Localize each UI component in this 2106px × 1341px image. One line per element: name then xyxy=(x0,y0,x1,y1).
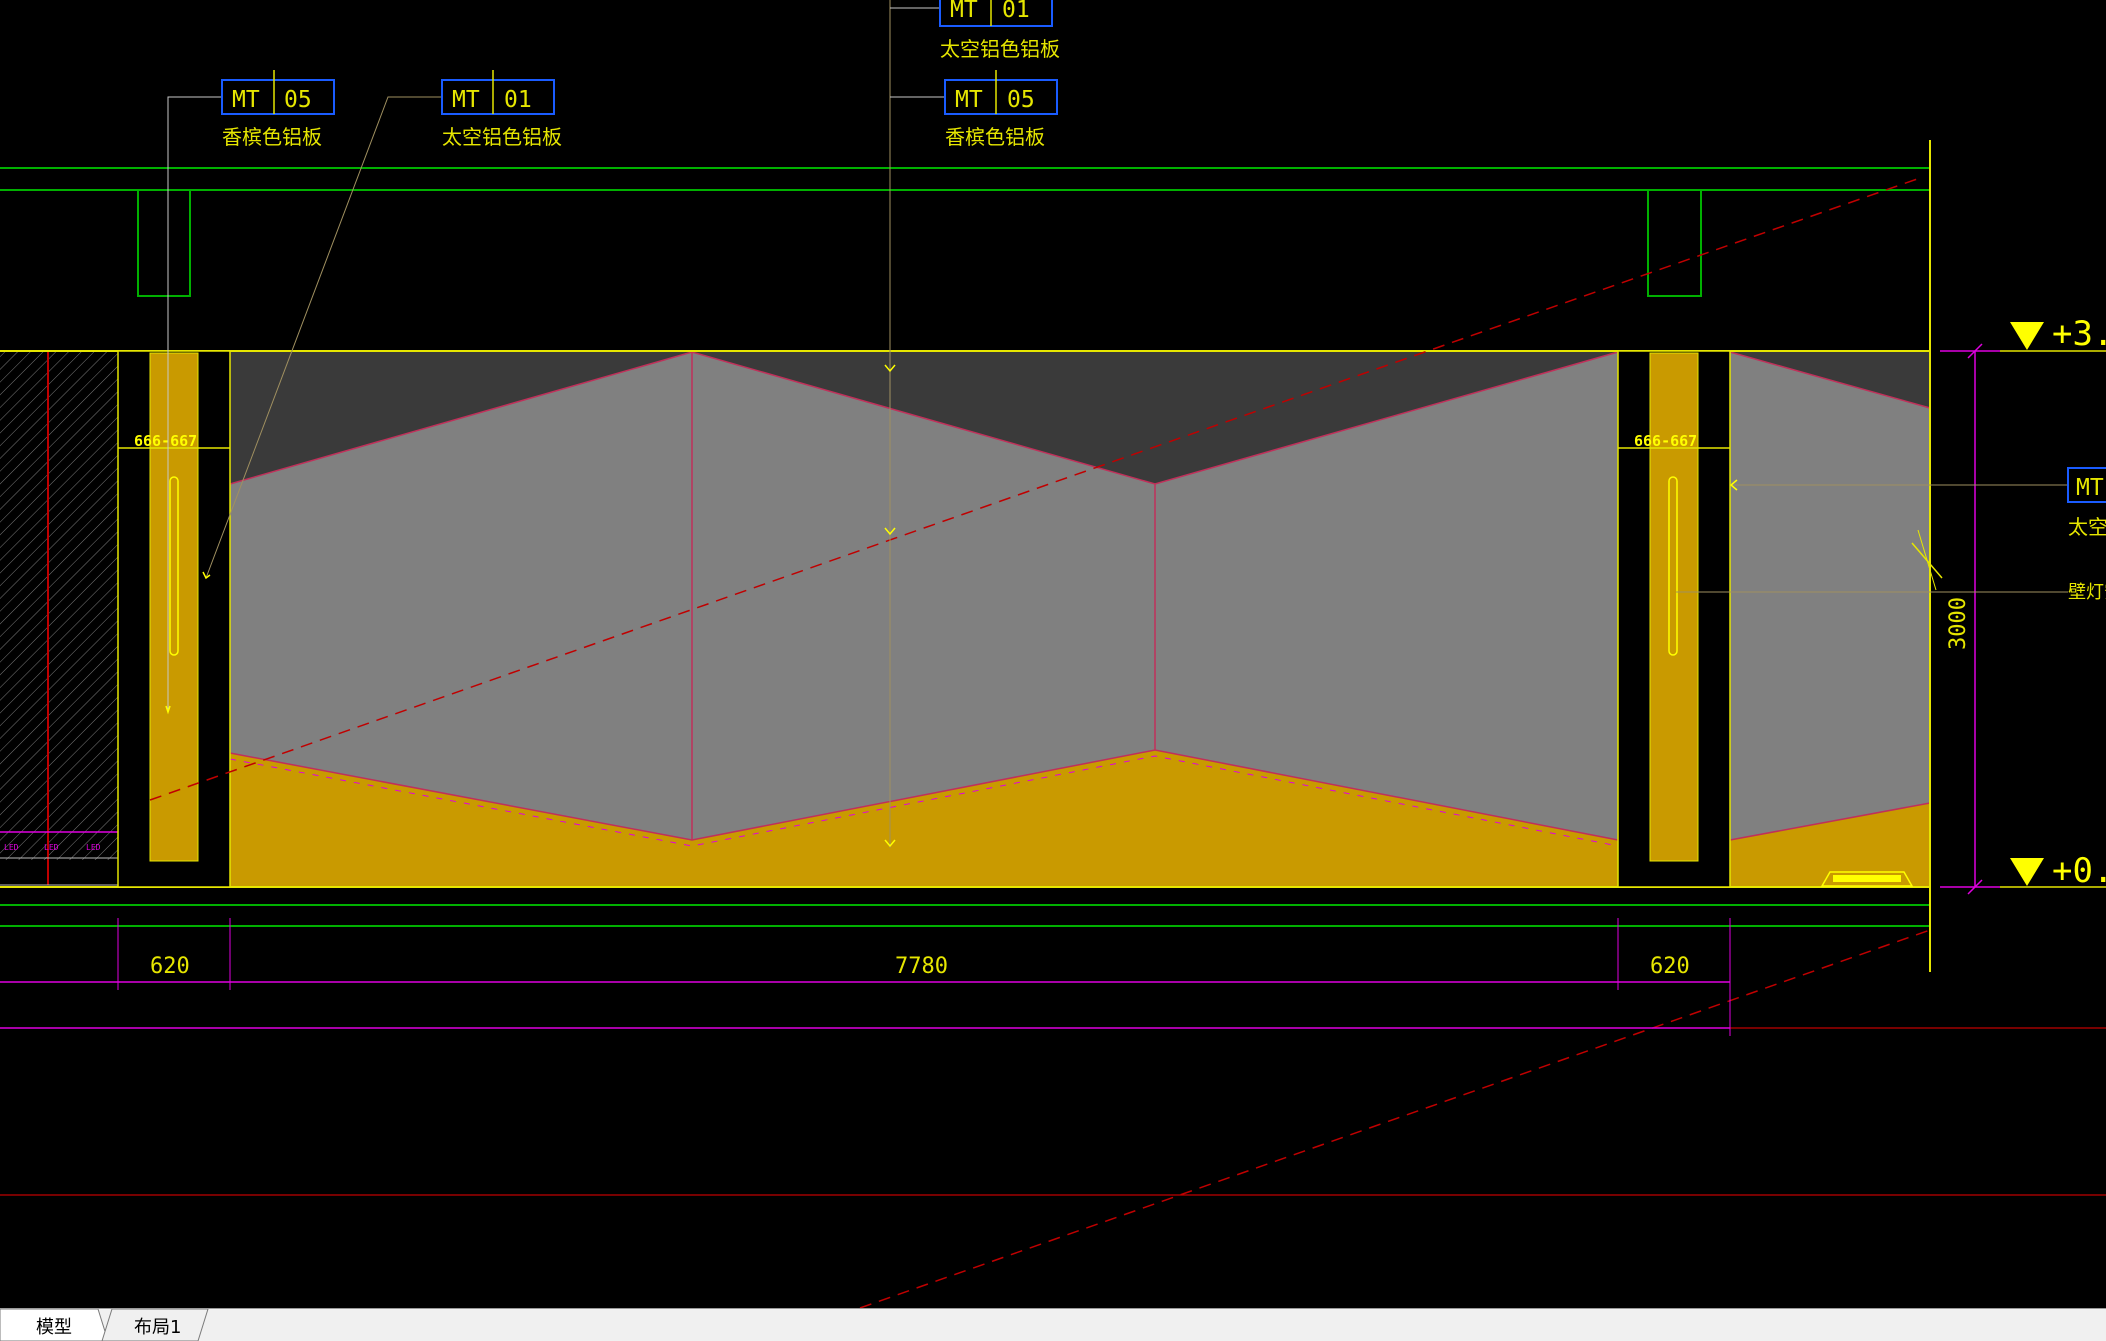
right-column-gold-face xyxy=(1649,352,1699,862)
tag-code: MT xyxy=(232,87,260,113)
hatched-wall xyxy=(0,352,118,860)
led-label: LED xyxy=(44,843,59,852)
tag-code: MT xyxy=(955,87,983,113)
dimension-text: 7780 xyxy=(895,954,948,979)
dimension-text: 620 xyxy=(150,954,190,979)
tag-code: MT xyxy=(2076,475,2104,501)
led-label: LED xyxy=(4,843,19,852)
tag-code: MT xyxy=(452,87,480,113)
tag-desc: 太空铝 xyxy=(2068,515,2106,539)
tag-num: 01 xyxy=(504,87,532,113)
tag-num: 05 xyxy=(284,87,312,113)
layout-tab-bar: 模型 布局1 xyxy=(0,1308,2106,1341)
tag-desc: 太空铝色铝板 xyxy=(442,125,562,149)
floor-light-lens xyxy=(1833,875,1901,882)
wall-lamp-label: 壁灯安 xyxy=(2068,582,2106,603)
height-dimension-text: 3000 xyxy=(1946,597,1971,650)
tag-desc: 太空铝色铝板 xyxy=(940,37,1060,61)
tab-layout1-label: 布局1 xyxy=(134,1317,181,1338)
elevation-top: +3.0 xyxy=(2052,314,2106,354)
tag-desc: 香槟色铝板 xyxy=(945,125,1045,149)
faceted-grey-panel-right xyxy=(1730,352,1930,840)
right-column-label: 666-667 xyxy=(1634,432,1697,450)
tab-model-label: 模型 xyxy=(36,1317,72,1338)
tag-desc: 香槟色铝板 xyxy=(222,125,322,149)
cad-model-canvas[interactable]: LED LED LED 666-667 666-667 +3.0 xyxy=(0,0,2106,1308)
elevation-bottom: +0.0 xyxy=(2052,851,2106,891)
tag-code: MT xyxy=(950,0,978,23)
left-column-label: 666-667 xyxy=(134,432,197,450)
dimension-text: 620 xyxy=(1650,954,1690,979)
tag-num: 01 xyxy=(1002,0,1030,23)
tag-num: 05 xyxy=(1007,87,1035,113)
led-label: LED xyxy=(86,843,101,852)
left-column-gold-face xyxy=(149,352,199,862)
